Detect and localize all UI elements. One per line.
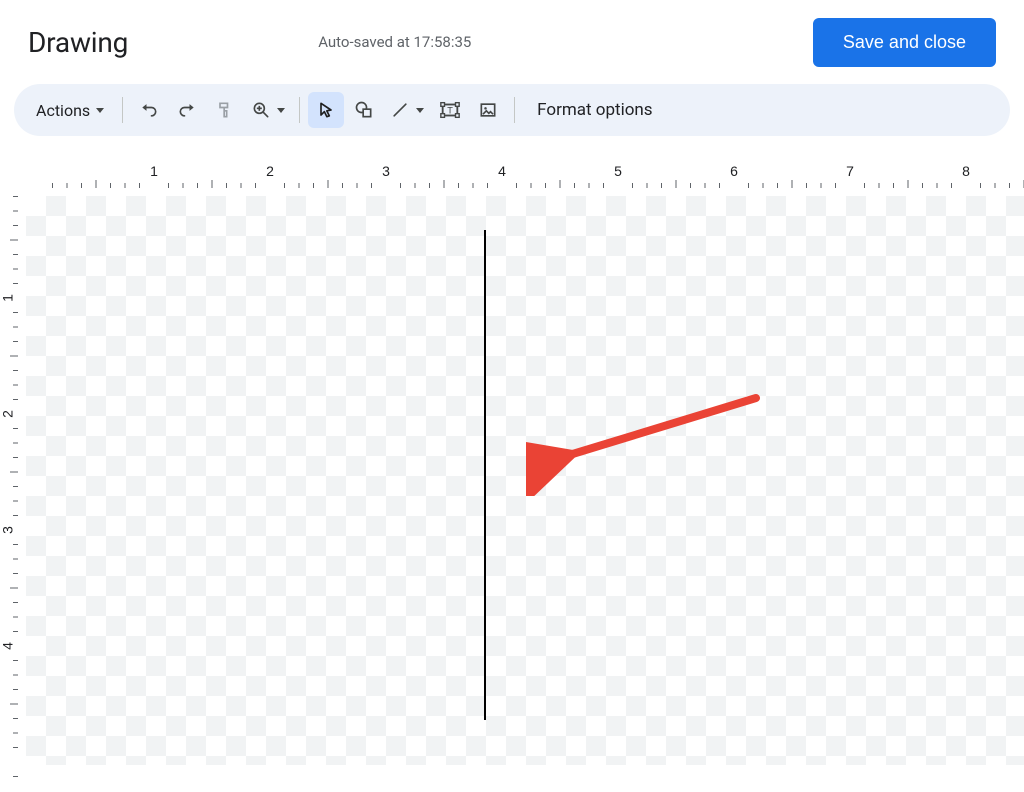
- format-options-button[interactable]: Format options: [523, 92, 666, 128]
- actions-menu-label: Actions: [36, 101, 90, 120]
- ruler-h-label: 4: [498, 163, 506, 179]
- shape-icon: [354, 100, 374, 120]
- ruler-h-label: 2: [266, 163, 274, 179]
- chevron-down-icon: [277, 108, 285, 113]
- redo-button[interactable]: [169, 92, 205, 128]
- select-tool-button[interactable]: [308, 92, 344, 128]
- ruler-v-label: 2: [0, 410, 16, 418]
- zoom-button[interactable]: [245, 92, 291, 128]
- textbox-icon: T: [439, 99, 461, 121]
- textbox-tool-button[interactable]: T: [432, 92, 468, 128]
- ruler-h-label: 5: [614, 163, 622, 179]
- toolbar: Actions T: [14, 84, 1010, 136]
- toolbar-area: Actions T: [0, 84, 1024, 136]
- canvas-area[interactable]: [18, 188, 1024, 765]
- chevron-down-icon: [96, 108, 104, 113]
- toolbar-divider: [299, 97, 300, 123]
- ruler-v-label: 4: [0, 642, 16, 650]
- ruler-h-label: 6: [730, 163, 738, 179]
- ruler-h-label: 8: [962, 163, 970, 179]
- line-icon: [390, 100, 410, 120]
- undo-icon: [139, 100, 159, 120]
- ruler-v-label: 1: [0, 294, 16, 302]
- shape-tool-button[interactable]: [346, 92, 382, 128]
- ruler-horizontal[interactable]: 1 2 3 4 5 6 7 8: [18, 156, 1024, 188]
- cursor-icon: [316, 100, 336, 120]
- ruler-vertical[interactable]: 1 2 3 4: [0, 188, 18, 765]
- ruler-h-label: 7: [846, 163, 854, 179]
- ruler-h-label: 3: [382, 163, 390, 179]
- toolbar-divider: [122, 97, 123, 123]
- image-icon: [478, 100, 498, 120]
- ruler-corner: [0, 156, 18, 188]
- autosave-status: Auto-saved at 17:58:35: [318, 33, 471, 51]
- line-tool-button[interactable]: [384, 92, 430, 128]
- zoom-icon: [251, 100, 271, 120]
- chevron-down-icon: [416, 108, 424, 113]
- paint-format-icon: [215, 100, 235, 120]
- redo-icon: [177, 100, 197, 120]
- undo-button[interactable]: [131, 92, 167, 128]
- dialog-title: Drawing: [28, 26, 128, 59]
- vertical-line-shape[interactable]: [484, 230, 486, 720]
- save-and-close-button[interactable]: Save and close: [813, 18, 996, 67]
- svg-text:T: T: [447, 106, 453, 116]
- drawing-canvas[interactable]: [26, 196, 1024, 765]
- ruler-v-svg: 1 2 3 4: [0, 188, 18, 788]
- ruler-h-svg: 1 2 3 4 5 6 7 8: [18, 156, 1024, 188]
- annotation-arrow: [526, 376, 786, 496]
- paint-format-button[interactable]: [207, 92, 243, 128]
- toolbar-divider: [514, 97, 515, 123]
- ruler-v-label: 3: [0, 526, 16, 534]
- dialog-header: Drawing Auto-saved at 17:58:35 Save and …: [0, 0, 1024, 84]
- ruler-h-label: 1: [150, 163, 158, 179]
- actions-menu-button[interactable]: Actions: [26, 92, 114, 128]
- arrow-line: [566, 398, 756, 456]
- image-tool-button[interactable]: [470, 92, 506, 128]
